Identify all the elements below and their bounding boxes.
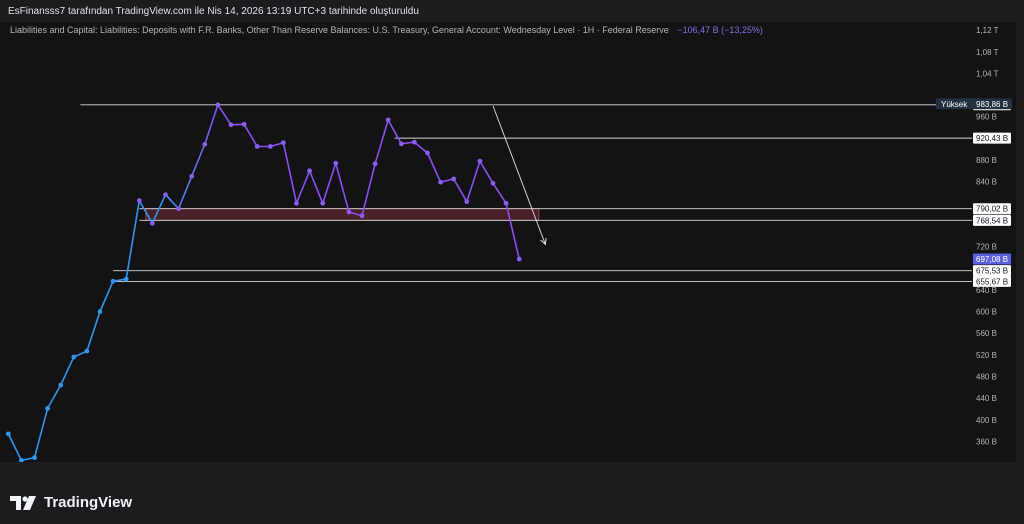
data-point: [294, 200, 299, 206]
data-point: [150, 220, 155, 226]
data-point: [503, 200, 509, 206]
series-legend[interactable]: Liabilities and Capital: Liabilities: De…: [10, 25, 763, 35]
data-point: [359, 213, 365, 219]
data-point: [189, 173, 195, 179]
y-tick-label: 600 B: [976, 308, 997, 317]
y-tick-label: 1,04 T: [976, 69, 999, 78]
data-point: [281, 140, 286, 146]
data-point: [97, 309, 103, 314]
y-tick-label: 520 B: [976, 351, 997, 360]
data-point: [241, 121, 247, 127]
series-line: [7, 104, 520, 462]
level-price-label: 790,02 B: [976, 205, 1008, 214]
y-tick-label: 480 B: [976, 372, 997, 381]
data-point: [398, 141, 404, 147]
y-tick-label: 880 B: [976, 156, 997, 165]
data-point: [176, 206, 182, 212]
data-point: [451, 176, 457, 182]
data-point: [202, 141, 208, 147]
y-tick-label: 640 B: [976, 286, 997, 295]
data-point: [385, 117, 391, 123]
data-point: [516, 256, 522, 262]
snapshot-caption: EsFinansss7 tarafından TradingView.com i…: [8, 6, 419, 17]
data-point: [477, 158, 483, 164]
data-point: [412, 139, 417, 145]
chart-frame: EsFinansss7 tarafından TradingView.com i…: [0, 0, 1024, 524]
high-tag-label: Yüksek: [941, 100, 968, 109]
y-tick-label: 840 B: [976, 178, 997, 187]
data-point: [267, 144, 273, 149]
brand-footer[interactable]: TradingView: [10, 494, 132, 511]
y-tick-label: 1,08 T: [976, 48, 999, 57]
y-tick-label: 400 B: [976, 416, 997, 425]
data-point: [5, 431, 11, 437]
high-price-label: 983,86 B: [976, 100, 1008, 109]
data-point: [215, 102, 221, 108]
data-point: [45, 406, 50, 411]
y-tick-label: 360 B: [976, 437, 997, 446]
data-point: [32, 455, 37, 461]
data-point: [71, 354, 77, 360]
level-price-label: 920,43 B: [976, 134, 1008, 143]
y-tick-label: 720 B: [976, 243, 997, 252]
data-point: [110, 278, 116, 284]
data-point: [58, 382, 64, 388]
level-price-label: 675,53 B: [976, 267, 1008, 276]
level-price-label: 655,67 B: [976, 277, 1008, 286]
data-point: [84, 348, 90, 354]
y-tick-label: 440 B: [976, 394, 997, 403]
plot-area[interactable]: 1,12 T 1,08 T 1,04 T 960 B 880 B 840 B 720 B 64…: [0, 22, 1016, 462]
y-tick-label: 960 B: [976, 113, 997, 122]
data-point: [490, 180, 496, 186]
tradingview-logo-icon: [10, 495, 36, 510]
series-title: Liabilities and Capital: Liabilities: De…: [10, 25, 669, 35]
y-tick-label: 560 B: [976, 329, 997, 338]
level-price-label: 768,54 B: [976, 216, 1008, 225]
data-point: [307, 168, 312, 174]
data-point: [136, 198, 142, 203]
series-change: −106,47 B (−13,25%): [677, 25, 763, 35]
brand-name: TradingView: [44, 494, 133, 511]
data-point: [372, 161, 378, 167]
support-zone: [145, 208, 540, 221]
trend-arrow: [492, 105, 545, 245]
current-price-label: 697,08 B: [976, 255, 1008, 264]
data-point: [425, 150, 430, 156]
line-chart[interactable]: 1,12 T 1,08 T 1,04 T 960 B 880 B 840 B 720 B 64…: [0, 22, 1016, 462]
data-point: [346, 209, 352, 215]
data-point: [333, 160, 339, 166]
data-point: [320, 200, 326, 206]
data-point: [163, 192, 168, 198]
data-point: [228, 122, 234, 128]
data-point: [254, 144, 260, 149]
data-point: [464, 199, 470, 205]
data-point: [123, 276, 129, 282]
data-point: [438, 179, 443, 185]
y-tick-label: 1,12 T: [976, 26, 999, 35]
